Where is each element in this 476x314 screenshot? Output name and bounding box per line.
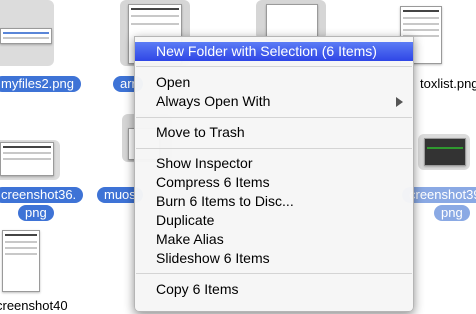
menu-item-show-inspector[interactable]: Show Inspector [135, 154, 413, 173]
file-preview [0, 142, 54, 176]
menu-separator [136, 66, 412, 67]
menu-item-new-folder-with-selection[interactable]: New Folder with Selection (6 Items) [135, 42, 413, 61]
file-label-toxlist[interactable]: toxlist.png [420, 76, 476, 92]
menu-item-compress[interactable]: Compress 6 Items [135, 173, 413, 192]
menu-item-copy[interactable]: Copy 6 Items [135, 280, 413, 299]
file-thumbnail-hidden[interactable] [256, 0, 326, 40]
file-preview [424, 138, 466, 166]
menu-item-open[interactable]: Open [135, 73, 413, 92]
file-preview [2, 230, 40, 292]
file-thumbnail-screenshot36[interactable] [0, 140, 60, 180]
file-thumbnail-screenshot39[interactable] [418, 134, 470, 170]
file-label-screenshot39-ext[interactable]: png [434, 205, 470, 221]
menu-item-slideshow[interactable]: Slideshow 6 Items [135, 249, 413, 268]
menu-separator [136, 273, 412, 274]
menu-item-label: Always Open With [156, 93, 271, 109]
context-menu: New Folder with Selection (6 Items) Open… [134, 36, 414, 312]
submenu-arrow-icon [396, 97, 403, 107]
file-thumbnail-myfiles2[interactable] [0, 0, 54, 66]
file-label-screenshot36[interactable]: creenshot36. [0, 187, 84, 203]
menu-separator [136, 148, 412, 149]
file-preview [0, 28, 52, 44]
menu-item-always-open-with[interactable]: Always Open With [135, 92, 413, 111]
menu-item-move-to-trash[interactable]: Move to Trash [135, 123, 413, 142]
file-label-myfiles2[interactable]: myfiles2.png [0, 76, 81, 92]
menu-separator [136, 117, 412, 118]
file-preview [266, 4, 318, 40]
file-label-screenshot40[interactable]: creenshot40 [0, 298, 68, 314]
menu-item-duplicate[interactable]: Duplicate [135, 211, 413, 230]
menu-item-make-alias[interactable]: Make Alias [135, 230, 413, 249]
menu-item-burn-to-disc[interactable]: Burn 6 Items to Disc... [135, 192, 413, 211]
file-label-screenshot36-ext[interactable]: png [18, 205, 54, 221]
file-thumbnail-screenshot40[interactable] [0, 228, 44, 294]
